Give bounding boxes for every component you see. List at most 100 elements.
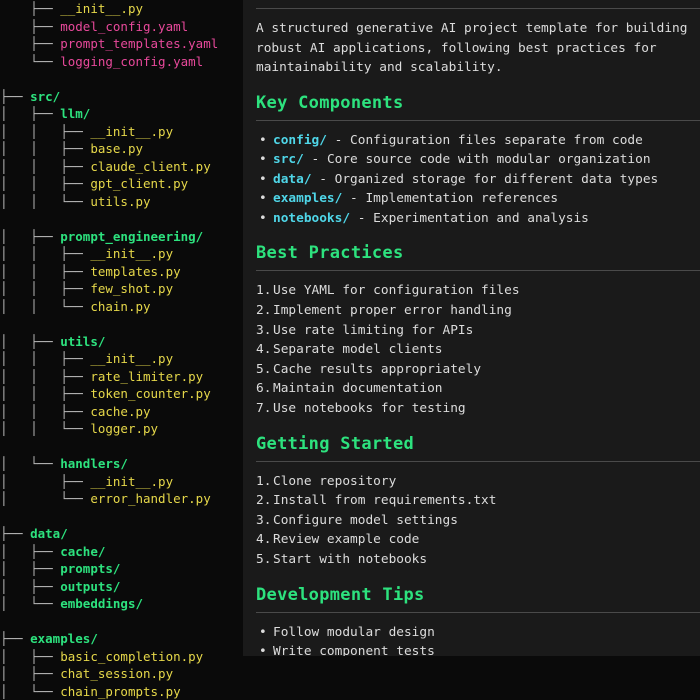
divider-development-tips — [256, 611, 700, 613]
section-heading-getting-started: Getting Started — [256, 433, 415, 454]
list-item: Install from requirements.txt — [256, 491, 700, 511]
tree-branch-glyph: │ │ ├── — [0, 386, 91, 401]
list-item-text: Use rate limiting for APIs — [273, 322, 474, 338]
tree-directory-name: embeddings/ — [60, 596, 144, 611]
list-item: examples/ - Implementation references — [259, 189, 700, 209]
tree-file-name: model_config.yaml — [60, 18, 189, 34]
tree-directory-name: prompts/ — [60, 561, 121, 576]
tree-branch-glyph: │ ├── — [0, 543, 61, 559]
list-item-text: - Experimentation and analysis — [350, 210, 589, 226]
tree-branch-glyph: │ │ ├── — [0, 176, 91, 191]
tree-branch-glyph: │ │ ├── — [0, 141, 91, 156]
tree-directory-name: prompt_engineering/ — [60, 228, 204, 244]
tree-branch-glyph: ├── — [0, 1, 61, 16]
tree-branch-glyph: │ └── — [0, 456, 61, 471]
tree-branch-glyph: │ ├── — [0, 578, 61, 594]
tree-branch-glyph: │ │ ├── — [0, 246, 91, 261]
list-item-term: src/ — [273, 152, 304, 168]
list-item-term: data/ — [273, 171, 312, 187]
divider-top — [256, 8, 700, 9]
cut-off-heading-above — [256, 0, 700, 2]
tree-file-row[interactable]: │ ├── chat_session.py — [0, 665, 340, 683]
section-heading-development-tips: Development Tips — [256, 584, 425, 605]
list-item: Follow modular design — [259, 623, 700, 643]
list-item: Start with notebooks — [256, 550, 700, 570]
tree-branch-glyph: │ │ ├── — [0, 281, 91, 296]
list-item-text: Clone repository — [273, 473, 397, 489]
list-item: config/ - Configuration files separate f… — [259, 131, 700, 151]
tree-branch-glyph: ├── — [0, 526, 31, 541]
list-item-text: Separate model clients — [273, 342, 443, 358]
list-item-text: Configure model settings — [273, 512, 458, 528]
tree-directory-name: llm/ — [60, 106, 91, 121]
list-item-term: config/ — [273, 132, 327, 148]
tree-file-name: rate_limiter.py — [90, 368, 204, 384]
tree-directory-name: examples/ — [30, 631, 98, 646]
list-item-term: examples/ — [273, 191, 343, 207]
divider-best-practices — [256, 270, 700, 272]
tree-branch-glyph: ├── — [0, 88, 31, 104]
tree-branch-glyph: │ ├── — [0, 561, 61, 576]
tree-directory-name: cache/ — [60, 543, 106, 559]
list-item-text: Use YAML for configuration files — [273, 283, 520, 299]
list-item: notebooks/ - Experimentation and analysi… — [259, 209, 700, 229]
list-item: Review example code — [256, 530, 700, 550]
intro-paragraph: A structured generative AI project templ… — [256, 21, 688, 75]
tree-file-name: logger.py — [90, 421, 159, 436]
list-item-text: - Implementation references — [342, 191, 559, 207]
list-item: Use YAML for configuration files — [256, 281, 700, 301]
list-item-text: Maintain documentation — [273, 381, 443, 397]
section-heading-best-practices: Best Practices — [256, 243, 404, 264]
list-item: src/ - Core source code with modular org… — [259, 150, 700, 170]
list-item-text: Review example code — [273, 532, 420, 548]
tree-branch-glyph: │ │ ├── — [0, 123, 91, 139]
tree-file-name: __init__.py — [90, 473, 174, 489]
tree-file-name: templates.py — [90, 263, 181, 279]
doc-sections: Key Components config/ - Configuration fi… — [256, 93, 700, 656]
list-item: Use notebooks for testing — [256, 399, 700, 419]
list-item: Clone repository — [256, 472, 700, 492]
tree-branch-glyph: ├── — [0, 631, 31, 646]
key-components-list: config/ - Configuration files separate f… — [256, 131, 700, 229]
tree-directory-name: utils/ — [60, 333, 106, 349]
tree-branch-glyph: └── — [0, 53, 61, 69]
tree-branch-glyph: │ ├── — [0, 473, 91, 489]
tree-branch-glyph: │ │ ├── — [0, 263, 91, 279]
list-item-text: - Configuration files separate from code — [326, 132, 643, 148]
tree-file-name: chain_prompts.py — [60, 683, 181, 699]
list-item: Implement proper error handling — [256, 301, 700, 321]
list-item-text: - Organized storage for different data t… — [311, 171, 659, 187]
list-item: Write component tests — [259, 642, 700, 656]
tree-file-name: gpt_client.py — [90, 176, 189, 191]
tree-directory-name: outputs/ — [60, 578, 121, 594]
tree-file-name: logging_config.yaml — [60, 53, 204, 69]
tree-file-name: basic_completion.py — [60, 648, 204, 664]
list-item-text: Follow modular design — [273, 624, 435, 640]
tree-branch-glyph: │ │ ├── — [0, 368, 91, 384]
tree-directory-name: handlers/ — [60, 456, 128, 471]
tree-branch-glyph: ├── — [0, 36, 61, 51]
tree-file-name: base.py — [90, 141, 143, 156]
divider-getting-started — [256, 460, 700, 462]
tree-directory-name: data/ — [30, 526, 68, 541]
tree-branch-glyph: │ │ └── — [0, 193, 91, 209]
tree-directory-name: src/ — [30, 88, 61, 104]
tree-branch-glyph: │ ├── — [0, 228, 61, 244]
tree-branch-glyph: │ ├── — [0, 106, 61, 121]
list-item: Configure model settings — [256, 511, 700, 531]
list-item: Separate model clients — [256, 340, 700, 360]
tree-branch-glyph: │ ├── — [0, 666, 61, 681]
development-tips-list: Follow modular design Write component tes… — [256, 623, 700, 656]
divider-key-components — [256, 119, 700, 121]
tree-file-name: __init__.py — [90, 123, 174, 139]
tree-file-name: chain.py — [90, 298, 151, 314]
tree-file-row[interactable]: │ └── chain_prompts.py — [0, 683, 340, 700]
tree-file-name: few_shot.py — [90, 281, 174, 296]
tree-file-name: claude_client.py — [90, 158, 211, 174]
tree-branch-glyph: │ │ ├── — [0, 158, 91, 174]
tree-file-name: error_handler.py — [90, 491, 211, 506]
list-item-text: Use notebooks for testing — [273, 401, 466, 417]
list-item-text: Write component tests — [273, 644, 435, 656]
list-item-text: Implement proper error handling — [273, 303, 512, 319]
tree-branch-glyph: │ ├── — [0, 333, 61, 349]
